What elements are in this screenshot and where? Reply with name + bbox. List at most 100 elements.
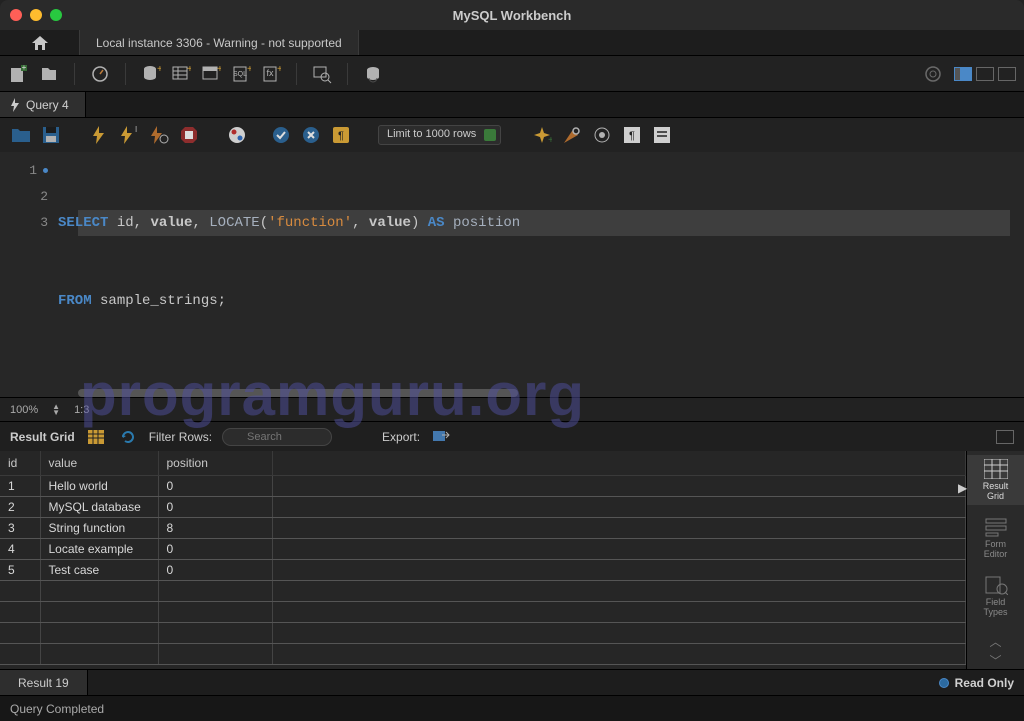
toggle-autocommit-button[interactable] xyxy=(226,124,248,146)
save-file-button[interactable] xyxy=(40,124,62,146)
table-cell[interactable]: Hello world xyxy=(40,476,158,497)
connection-tab[interactable]: Local instance 3306 - Warning - not supp… xyxy=(80,30,359,55)
find-button[interactable] xyxy=(561,124,583,146)
svg-text:I: I xyxy=(135,125,137,134)
query-tab[interactable]: Query 4 xyxy=(0,92,86,117)
svg-text:+: + xyxy=(277,64,281,75)
maximize-window-button[interactable] xyxy=(50,9,62,21)
execute-button[interactable] xyxy=(88,124,110,146)
chevron-down-icon: ﹀ xyxy=(989,652,1001,669)
window-controls xyxy=(10,9,62,21)
table-cell[interactable]: 2 xyxy=(0,497,40,518)
table-row[interactable]: 2MySQL database0 xyxy=(0,497,966,518)
status-text: Query Completed xyxy=(10,702,104,716)
table-row[interactable]: 5Test case0 xyxy=(0,560,966,581)
svg-text:¶: ¶ xyxy=(338,130,344,142)
sidebar-field-types[interactable]: Field Types xyxy=(967,571,1024,621)
result-grid[interactable]: id value position 1Hello world02MySQL da… xyxy=(0,451,966,669)
connection-tab-label: Local instance 3306 - Warning - not supp… xyxy=(96,36,342,50)
table-row xyxy=(0,623,966,644)
result-tab[interactable]: Result 19 xyxy=(0,670,88,695)
table-cell[interactable]: String function xyxy=(40,518,158,539)
sql-editor[interactable]: 1 2 3 SELECT id, value, LOCATE('function… xyxy=(0,152,1024,397)
editor-toolbar: I ¶ Limit to 1000 rows + ¶ xyxy=(0,118,1024,152)
beautify-button[interactable]: + xyxy=(531,124,553,146)
settings-button[interactable] xyxy=(922,63,944,85)
create-function-button[interactable]: fx+ xyxy=(260,63,282,85)
open-sql-script-button[interactable] xyxy=(38,63,60,85)
toggle-result-panel-button[interactable] xyxy=(996,430,1014,444)
table-header-row: id value position xyxy=(0,451,966,476)
table-cell[interactable]: 0 xyxy=(158,476,272,497)
close-window-button[interactable] xyxy=(10,9,22,21)
column-header-spacer xyxy=(272,451,966,476)
row-limit-select[interactable]: Limit to 1000 rows xyxy=(378,125,501,145)
minimize-window-button[interactable] xyxy=(30,9,42,21)
connection-tab-bar: Local instance 3306 - Warning - not supp… xyxy=(0,30,1024,56)
svg-text:fx: fx xyxy=(266,68,274,78)
table-cell[interactable]: 5 xyxy=(0,560,40,581)
chevron-up-icon: ︿ xyxy=(989,633,1001,650)
column-header[interactable]: value xyxy=(40,451,158,476)
result-footer: Result 19 Read Only xyxy=(0,669,1024,695)
toggle-sidebar-button[interactable] xyxy=(954,67,972,81)
table-row[interactable]: 1Hello world0 xyxy=(0,476,966,497)
table-cell[interactable]: 0 xyxy=(158,560,272,581)
table-row xyxy=(0,581,966,602)
toggle-whitespace-button[interactable]: ¶ xyxy=(330,124,352,146)
table-cell[interactable]: Test case xyxy=(40,560,158,581)
table-row[interactable]: 4Locate example0 xyxy=(0,539,966,560)
create-view-button[interactable]: + xyxy=(200,63,222,85)
new-sql-tab-button[interactable]: + xyxy=(8,63,30,85)
table-row[interactable]: 3String function8 xyxy=(0,518,966,539)
svg-text:SQL: SQL xyxy=(233,71,247,78)
readonly-icon xyxy=(939,678,949,688)
table-cell[interactable]: 8 xyxy=(158,518,272,539)
execute-current-button[interactable]: I xyxy=(118,124,140,146)
toggle-secondary-sidebar-button[interactable] xyxy=(976,67,994,81)
result-tab-label: Result 19 xyxy=(18,676,69,690)
table-cell[interactable]: 1 xyxy=(0,476,40,497)
sidebar-result-grid[interactable]: Result Grid xyxy=(967,455,1024,505)
create-procedure-button[interactable]: SQL+ xyxy=(230,63,252,85)
editor-code: SELECT id, value, LOCATE('function', val… xyxy=(58,152,520,397)
lightning-icon xyxy=(10,98,20,112)
create-table-button[interactable]: + xyxy=(170,63,192,85)
table-cell[interactable]: 0 xyxy=(158,497,272,518)
snippets-button[interactable] xyxy=(651,124,673,146)
table-cell[interactable]: 4 xyxy=(0,539,40,560)
svg-text:+: + xyxy=(22,64,27,72)
svg-text:+: + xyxy=(217,64,221,75)
stop-button[interactable] xyxy=(178,124,200,146)
reconnect-button[interactable] xyxy=(362,63,384,85)
table-cell[interactable]: 3 xyxy=(0,518,40,539)
svg-text:+: + xyxy=(157,64,161,75)
sidebar-form-editor[interactable]: Form Editor xyxy=(967,513,1024,563)
table-cell[interactable]: Locate example xyxy=(40,539,158,560)
open-file-button[interactable] xyxy=(10,124,32,146)
column-header[interactable]: position xyxy=(158,451,272,476)
expand-sidebar-caret[interactable]: ▶ xyxy=(958,481,967,495)
app-title: MySQL Workbench xyxy=(453,8,572,23)
home-tab[interactable] xyxy=(0,30,80,55)
toggle-invisible-button[interactable] xyxy=(591,124,613,146)
commit-button[interactable] xyxy=(270,124,292,146)
rollback-button[interactable] xyxy=(300,124,322,146)
column-header[interactable]: id xyxy=(0,451,40,476)
table-cell[interactable]: 0 xyxy=(158,539,272,560)
zoom-percent: 100% xyxy=(10,404,38,416)
table-cell[interactable]: MySQL database xyxy=(40,497,158,518)
create-schema-button[interactable]: + xyxy=(140,63,162,85)
sidebar-more[interactable]: ︿ ﹀ xyxy=(967,629,1024,673)
result-sidebar: Result Grid Form Editor Field Types ︿ ﹀ xyxy=(966,451,1024,669)
home-icon xyxy=(31,35,49,51)
dashboard-button[interactable] xyxy=(89,63,111,85)
form-editor-icon xyxy=(984,517,1008,537)
result-area: id value position 1Hello world02MySQL da… xyxy=(0,451,1024,669)
wrap-button[interactable]: ¶ xyxy=(621,124,643,146)
search-table-button[interactable] xyxy=(311,63,333,85)
toggle-output-button[interactable] xyxy=(998,67,1016,81)
query-tab-bar: Query 4 xyxy=(0,92,1024,118)
svg-text:+: + xyxy=(548,135,552,145)
explain-button[interactable] xyxy=(148,124,170,146)
